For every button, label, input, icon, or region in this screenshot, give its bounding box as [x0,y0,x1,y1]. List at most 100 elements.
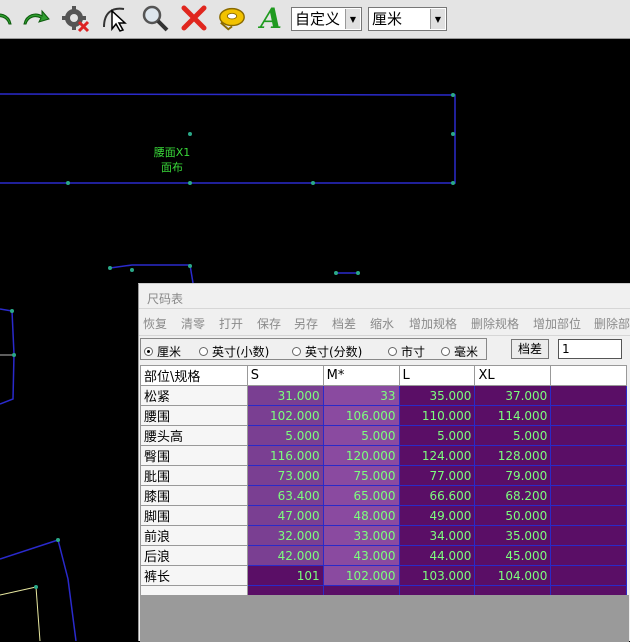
row-part-name[interactable]: 膝围 [140,485,248,506]
empty-cell[interactable] [550,545,627,566]
empty-cell[interactable] [550,465,627,486]
size-value-cell[interactable]: 5.000 [246,425,324,446]
size-value-cell[interactable]: 114.000 [474,405,552,426]
menu-shrink[interactable]: 缩水 [370,315,394,332]
size-value-cell[interactable]: 48.000 [322,505,400,526]
empty-cell[interactable] [550,485,627,506]
size-value-cell[interactable]: 42.000 [246,545,324,566]
size-value-cell[interactable]: 65.000 [322,485,400,506]
size-value-cell[interactable]: 5.000 [398,425,476,446]
size-value-cell[interactable]: 33 [322,385,400,406]
menu-add-size[interactable]: 增加规格 [409,315,457,332]
row-part-name[interactable]: 脚围 [140,505,248,526]
menu-save[interactable]: 保存 [257,315,281,332]
size-value-cell[interactable]: 37.000 [474,385,552,406]
preset-select[interactable]: 自定义 ▼ [291,7,362,31]
size-value-cell[interactable]: 5.000 [474,425,552,446]
size-value-cell[interactable]: 68.200 [474,485,552,506]
size-value-cell[interactable]: 63.400 [246,485,324,506]
size-value-cell[interactable]: 102.000 [322,565,400,586]
radio-icon [441,347,450,356]
size-value-cell[interactable]: 66.600 [398,485,476,506]
unit-radio-group: 厘米 英寸(小数) 英寸(分数) 市寸 毫米 [140,338,487,360]
size-value-cell[interactable]: 43.000 [322,545,400,566]
menu-save-as[interactable]: 另存 [294,315,318,332]
table-row: 腰头高 5.000 5.000 5.000 5.000 [140,425,627,446]
grade-input[interactable]: 1 [558,339,622,359]
size-value-cell[interactable]: 79.000 [474,465,552,486]
empty-cell[interactable] [550,385,627,406]
radio-shicun[interactable]: 市寸 [388,343,425,360]
table-row: 后浪 42.000 43.000 44.000 45.000 [140,545,627,566]
size-value-cell[interactable]: 104.000 [474,565,552,586]
row-part-name[interactable]: 腰围 [140,405,248,426]
size-value-cell[interactable]: 34.000 [398,525,476,546]
size-value-cell[interactable]: 35.000 [474,525,552,546]
size-value-cell[interactable]: 124.000 [398,445,476,466]
menu-clear[interactable]: 清零 [181,315,205,332]
size-value-cell[interactable]: 103.000 [398,565,476,586]
empty-cell[interactable] [550,445,627,466]
row-part-name[interactable]: 裤长 [140,565,248,586]
table-row: 腰围 102.000 106.000 110.000 114.000 [140,405,627,426]
size-value-cell[interactable]: 45.000 [474,545,552,566]
tape-measure-icon[interactable] [217,3,247,33]
row-part-name[interactable]: 肶围 [140,465,248,486]
size-value-cell[interactable]: 120.000 [322,445,400,466]
row-part-name[interactable]: 腰头高 [140,425,248,446]
menu-add-part[interactable]: 增加部位 [533,315,581,332]
menu-restore[interactable]: 恢复 [143,315,167,332]
size-value-cell[interactable]: 44.000 [398,545,476,566]
empty-cell[interactable] [550,505,627,526]
gear-icon[interactable] [60,3,90,33]
radio-mm[interactable]: 毫米 [441,343,478,360]
table-row: 前浪 32.000 33.000 34.000 35.000 [140,525,627,546]
menu-grade[interactable]: 档差 [332,315,356,332]
empty-cell[interactable] [550,425,627,446]
delete-x-icon[interactable] [179,3,209,33]
size-value-cell[interactable]: 101 [246,565,324,586]
row-part-name[interactable]: 松紧 [140,385,248,406]
radio-cm[interactable]: 厘米 [144,343,181,360]
table-row: 膝围 63.400 65.000 66.600 68.200 [140,485,627,506]
pointer-icon[interactable] [100,3,130,33]
magnifier-icon[interactable] [140,3,170,33]
menu-open[interactable]: 打开 [219,315,243,332]
menu-delete-size[interactable]: 删除规格 [471,315,519,332]
radio-inch-decimal[interactable]: 英寸(小数) [199,343,269,360]
empty-cell[interactable] [550,565,627,586]
table-row: 臀围 116.000 120.000 124.000 128.000 [140,445,627,466]
undo-icon[interactable] [0,3,16,33]
header-size-m[interactable]: M* [322,365,400,386]
grade-button[interactable]: 档差 [511,339,549,359]
size-value-cell[interactable]: 116.000 [246,445,324,466]
size-value-cell[interactable]: 49.000 [398,505,476,526]
size-value-cell[interactable]: 75.000 [322,465,400,486]
header-size-l[interactable]: L [398,365,476,386]
size-value-cell[interactable]: 73.000 [246,465,324,486]
size-value-cell[interactable]: 110.000 [398,405,476,426]
size-value-cell[interactable]: 47.000 [246,505,324,526]
menu-delete-part[interactable]: 删除部 [594,315,630,332]
empty-cell[interactable] [550,405,627,426]
size-value-cell[interactable]: 31.000 [246,385,324,406]
size-value-cell[interactable]: 33.000 [322,525,400,546]
size-value-cell[interactable]: 32.000 [246,525,324,546]
size-value-cell[interactable]: 102.000 [246,405,324,426]
header-size-s[interactable]: S [246,365,324,386]
redo-icon[interactable] [20,3,50,33]
size-value-cell[interactable]: 50.000 [474,505,552,526]
size-value-cell[interactable]: 106.000 [322,405,400,426]
header-size-xl[interactable]: XL [474,365,552,386]
unit-select[interactable]: 厘米 ▼ [368,7,447,31]
row-part-name[interactable]: 前浪 [140,525,248,546]
text-a-icon[interactable]: A [256,2,286,35]
size-value-cell[interactable]: 35.000 [398,385,476,406]
size-value-cell[interactable]: 5.000 [322,425,400,446]
radio-inch-fraction[interactable]: 英寸(分数) [292,343,362,360]
size-value-cell[interactable]: 128.000 [474,445,552,466]
empty-cell[interactable] [550,525,627,546]
row-part-name[interactable]: 后浪 [140,545,248,566]
row-part-name[interactable]: 臀围 [140,445,248,466]
size-value-cell[interactable]: 77.000 [398,465,476,486]
